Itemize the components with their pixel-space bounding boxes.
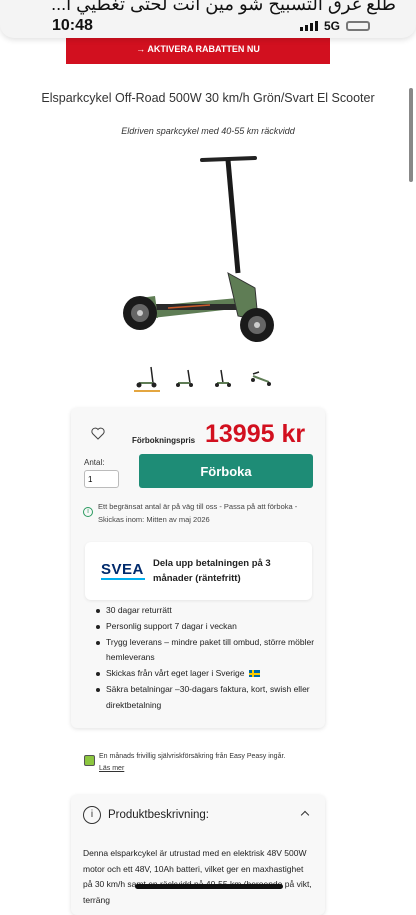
thumbnail-1[interactable] <box>134 364 160 392</box>
svea-logo: SVEA <box>101 561 145 580</box>
home-indicator[interactable] <box>135 884 283 889</box>
list-item: Skickas från vårt eget lager i Sverige <box>96 666 316 682</box>
product-image[interactable] <box>110 148 290 348</box>
notification-text: طلع غرق التسبيح شو مين انت لحتى تغطيي ا.… <box>51 0 396 14</box>
price: 13995 kr <box>205 420 306 448</box>
svea-text: Dela upp betalningen på 3 månader (ränte… <box>153 558 271 584</box>
description-text: Denna elsparkcykel är utrustad med en el… <box>83 848 312 905</box>
signal-icon <box>299 21 318 31</box>
thumbnail-2[interactable] <box>172 364 198 392</box>
product-subtitle: Eldriven sparkcykel med 40-55 km räckvid… <box>121 126 295 136</box>
quantity-input[interactable] <box>84 470 119 488</box>
thumbnail-4[interactable] <box>248 364 274 392</box>
info-icon: i <box>83 806 101 824</box>
list-item: Trygg leverans – mindre paket till ombud… <box>96 635 316 667</box>
heart-icon[interactable] <box>91 427 105 440</box>
image-thumbnails <box>134 364 274 392</box>
read-more-link[interactable]: Läs mer <box>99 765 124 772</box>
insurance-checkbox[interactable] <box>84 755 95 766</box>
list-item: 30 dagar returrätt <box>96 603 316 619</box>
status-indicators: 5G <box>299 19 370 33</box>
list-item: Personlig support 7 dagar i veckan <box>96 619 316 635</box>
availability-info: i Ett begränsat antal är på väg till oss… <box>83 501 315 526</box>
battery-icon <box>346 21 370 31</box>
status-bar: 10:48 5G <box>0 17 416 35</box>
thumbnail-3[interactable] <box>210 364 236 392</box>
list-item: Säkra betalningar –30-dagars faktura, ko… <box>96 682 316 714</box>
swedish-flag-icon <box>248 670 260 678</box>
svea-payment-box[interactable]: SVEA Dela upp betalningen på 3 månader (… <box>85 542 312 600</box>
quantity-label: Antal: <box>84 458 105 467</box>
scrollbar[interactable] <box>409 88 413 182</box>
usp-list: 30 dagar returrätt Personlig support 7 d… <box>96 603 316 714</box>
info-icon: i <box>83 507 93 517</box>
network-label: 5G <box>323 19 340 33</box>
description-title[interactable]: Produktbeskrivning: <box>108 809 209 821</box>
insurance-text: En månads frivillig självriskförsäkring … <box>99 753 286 760</box>
status-time: 10:48 <box>52 17 93 34</box>
activate-discount-banner[interactable]: → AKTIVERA RABATTEN NU <box>66 38 330 64</box>
product-title: Elsparkcykel Off-Road 500W 30 km/h Grön/… <box>41 91 375 105</box>
availability-text: Ett begränsat antal är på väg till oss -… <box>98 502 298 524</box>
prebook-button[interactable]: Förboka <box>139 454 313 488</box>
price-label: Förbokningspris <box>132 436 196 445</box>
